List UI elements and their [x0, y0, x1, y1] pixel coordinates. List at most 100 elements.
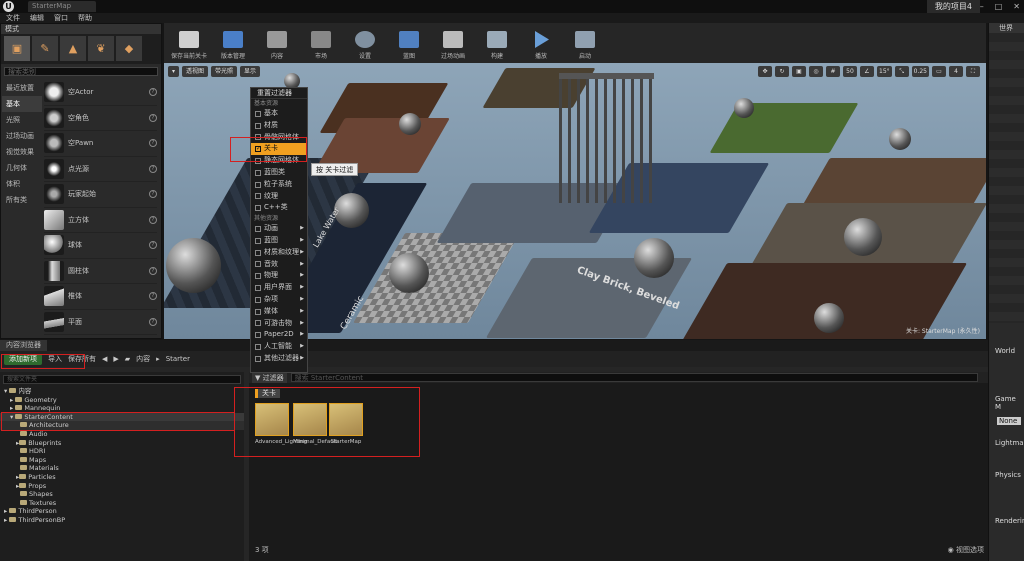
checkbox[interactable]	[255, 122, 261, 129]
minimize-icon[interactable]: –	[980, 1, 984, 12]
place-mode-icon[interactable]: ▣	[4, 36, 30, 61]
folder-search-input[interactable]: 搜索文件夹	[3, 375, 241, 384]
save-level-button[interactable]: 保存当前关卡	[168, 24, 210, 62]
grid-snap-value[interactable]: 50	[843, 66, 857, 77]
category-lights[interactable]: 光照	[2, 112, 42, 128]
checkbox[interactable]	[255, 285, 261, 292]
rotate-icon[interactable]: ↻	[775, 66, 789, 77]
place-item[interactable]: 立方体?	[44, 208, 157, 233]
breadcrumb-starter[interactable]: Starter	[166, 355, 190, 363]
tree-node[interactable]: Materials	[0, 464, 244, 473]
help-icon[interactable]: ?	[149, 164, 157, 173]
tree-node[interactable]: Audio	[0, 430, 244, 439]
paint-mode-icon[interactable]: ✎	[32, 36, 58, 61]
document-tab[interactable]: StarterMap	[28, 1, 96, 12]
scale-snap-value[interactable]: 0.25	[911, 66, 929, 77]
filter-submenu[interactable]: Paper2D ▶	[251, 329, 307, 341]
checkbox[interactable]	[255, 110, 261, 117]
tree-node[interactable]: ▸ Props	[0, 482, 244, 491]
checkbox[interactable]	[255, 237, 261, 244]
grid-snap-icon[interactable]: #	[826, 66, 840, 77]
place-item[interactable]: 空角色?	[44, 106, 157, 131]
landscape-mode-icon[interactable]: ▲	[60, 36, 86, 61]
help-icon[interactable]: ?	[149, 113, 157, 122]
filter-submenu[interactable]: 音效 ▶	[251, 259, 307, 271]
help-icon[interactable]: ?	[149, 241, 157, 250]
checkbox[interactable]	[255, 181, 261, 188]
maximize-viewport-icon[interactable]: ⛶	[966, 66, 980, 77]
place-item[interactable]: 球体?	[44, 233, 157, 259]
menu-file[interactable]: 文件	[6, 13, 20, 23]
maximize-icon[interactable]: □	[995, 1, 1003, 12]
help-icon[interactable]: ?	[149, 266, 157, 275]
blueprints-button[interactable]: 蓝图	[388, 24, 430, 62]
game-mode-value[interactable]: None	[997, 417, 1021, 425]
checkbox[interactable]	[255, 308, 261, 315]
filter-submenu[interactable]: 动画 ▶	[251, 223, 307, 235]
category-recent[interactable]: 最近放置	[2, 80, 42, 96]
cinematics-button[interactable]: 过场动画	[432, 24, 474, 62]
filter-submenu[interactable]: 媒体 ▶	[251, 306, 307, 318]
category-visual-effects[interactable]: 视觉效果	[2, 144, 42, 160]
help-icon[interactable]: ?	[149, 139, 157, 148]
filter-item[interactable]: C++类	[251, 202, 307, 214]
rotation-snap-value[interactable]: 15°	[877, 66, 892, 77]
help-icon[interactable]: ?	[149, 215, 157, 224]
content-button[interactable]: 内容	[256, 24, 298, 62]
checkbox[interactable]	[255, 296, 261, 303]
modes-search-input[interactable]: 搜索类别	[4, 67, 158, 76]
filter-item[interactable]: 蓝图类	[251, 167, 307, 179]
tree-node[interactable]: ▸ ThirdPersonBP	[0, 516, 244, 525]
perspective-button[interactable]: 透视图	[182, 66, 209, 77]
place-item[interactable]: 椎体?	[44, 284, 157, 310]
category-volumes[interactable]: 体积	[2, 176, 42, 192]
checkbox[interactable]	[255, 261, 261, 268]
help-icon[interactable]: ?	[149, 190, 157, 199]
scale-snap-icon[interactable]: ⤡	[894, 66, 909, 77]
tree-node[interactable]: Maps	[0, 456, 244, 465]
place-item[interactable]: 空Pawn?	[44, 131, 157, 157]
filter-submenu[interactable]: 可游击物 ▶	[251, 318, 307, 330]
filter-submenu[interactable]: 杂项 ▶	[251, 294, 307, 306]
launch-button[interactable]: 启动	[564, 24, 606, 62]
rotation-snap-icon[interactable]: ∠	[860, 66, 874, 77]
category-all-classes[interactable]: 所有类	[2, 192, 42, 208]
checkbox[interactable]	[255, 332, 261, 339]
place-item[interactable]: 玩家起始?	[44, 182, 157, 208]
checkbox[interactable]	[255, 226, 261, 233]
filter-item[interactable]: 粒子系统	[251, 179, 307, 191]
tree-node[interactable]: HDRI	[0, 447, 244, 456]
help-icon[interactable]: ?	[149, 88, 157, 97]
play-button[interactable]: 播放	[520, 24, 562, 62]
asset-search-input[interactable]: 搜索 StarterContent	[290, 373, 978, 382]
help-icon[interactable]: ?	[149, 292, 157, 301]
settings-button[interactable]: 设置	[344, 24, 386, 62]
filter-item[interactable]: 纹理	[251, 191, 307, 203]
scale-icon[interactable]: ▣	[792, 66, 806, 77]
category-geometry[interactable]: 几何体	[2, 160, 42, 176]
filter-submenu[interactable]: 人工智能 ▶	[251, 341, 307, 353]
geometry-mode-icon[interactable]: ◆	[116, 36, 142, 61]
tree-node[interactable]: ▸ Blueprints	[0, 439, 244, 448]
checkbox[interactable]	[255, 169, 261, 176]
checkbox[interactable]	[255, 355, 261, 362]
filter-submenu[interactable]: 物理 ▶	[251, 270, 307, 282]
place-item[interactable]: 圆柱体?	[44, 259, 157, 284]
help-icon[interactable]: ?	[149, 317, 157, 326]
content-browser-tab[interactable]: 内容浏览器	[0, 340, 47, 351]
tree-node[interactable]: ▾ 内容	[0, 387, 244, 396]
forward-arrow-icon[interactable]: ▶	[113, 355, 118, 363]
tree-node[interactable]: Textures	[0, 499, 244, 508]
camera-speed-value[interactable]: 4	[949, 66, 963, 77]
tree-node[interactable]: ▸ ThirdPerson	[0, 507, 244, 516]
checkbox[interactable]	[255, 193, 261, 200]
category-basic[interactable]: 基本	[2, 96, 42, 112]
place-item[interactable]: 点光源?	[44, 157, 157, 182]
breadcrumb-content[interactable]: 内容	[136, 354, 150, 364]
lit-button[interactable]: 带光照	[211, 66, 238, 77]
filter-submenu[interactable]: 材质和纹理 ▶	[251, 247, 307, 259]
back-arrow-icon[interactable]: ◀	[102, 355, 107, 363]
filter-submenu[interactable]: 用户界面 ▶	[251, 282, 307, 294]
category-cinematic[interactable]: 过场动画	[2, 128, 42, 144]
marketplace-button[interactable]: 市场	[300, 24, 342, 62]
